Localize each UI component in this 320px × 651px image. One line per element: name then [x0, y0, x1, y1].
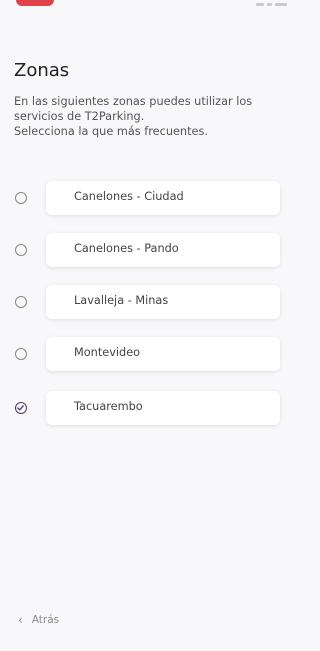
radio-button[interactable] [15, 244, 27, 256]
radio-button-checked[interactable] [15, 402, 27, 414]
zone-card[interactable]: Tacuarembo [46, 391, 280, 425]
description-line: servicios de T2Parking. [14, 110, 145, 123]
radio-button[interactable] [15, 348, 27, 360]
zone-option-canelones-ciudad[interactable]: Canelones - Ciudad [0, 181, 301, 217]
page-description: En las siguientes zonas puedes utilizar … [14, 94, 284, 139]
recording-indicator [16, 0, 54, 6]
zone-card[interactable]: Canelones - Pando [46, 233, 280, 267]
status-bar [0, 0, 301, 14]
zone-option-canelones-pando[interactable]: Canelones - Pando [0, 233, 301, 269]
zone-option-lavalleja-minas[interactable]: Lavalleja - Minas [0, 285, 301, 321]
zone-option-montevideo[interactable]: Montevideo [0, 337, 301, 373]
radio-button[interactable] [15, 296, 27, 308]
zone-label: Canelones - Pando [74, 242, 179, 255]
zone-card[interactable]: Canelones - Ciudad [46, 181, 280, 215]
zone-label: Canelones - Ciudad [74, 190, 184, 203]
zone-label: Montevideo [74, 346, 141, 359]
page-title: Zonas [14, 60, 70, 81]
back-label: Atrás [31, 614, 60, 626]
zone-label: Lavalleja - Minas [74, 294, 169, 307]
battery-icon [275, 3, 287, 6]
checkmark-icon [17, 404, 25, 411]
description-line: Selecciona la que más frecuentes. [14, 125, 208, 138]
wifi-icon [267, 3, 272, 6]
signal-icon [256, 3, 264, 6]
status-icons [247, 3, 287, 6]
zone-card[interactable]: Montevideo [46, 337, 280, 371]
back-button[interactable]: ‹ Atrás [18, 614, 59, 626]
description-line: En las siguientes zonas puedes utilizar … [14, 95, 253, 108]
zone-label: Tacuarembo [74, 400, 143, 413]
zone-option-tacuarembo[interactable]: Tacuarembo [0, 391, 301, 427]
chevron-left-icon: ‹ [18, 613, 23, 627]
radio-button[interactable] [15, 192, 27, 204]
zone-card[interactable]: Lavalleja - Minas [46, 285, 280, 319]
